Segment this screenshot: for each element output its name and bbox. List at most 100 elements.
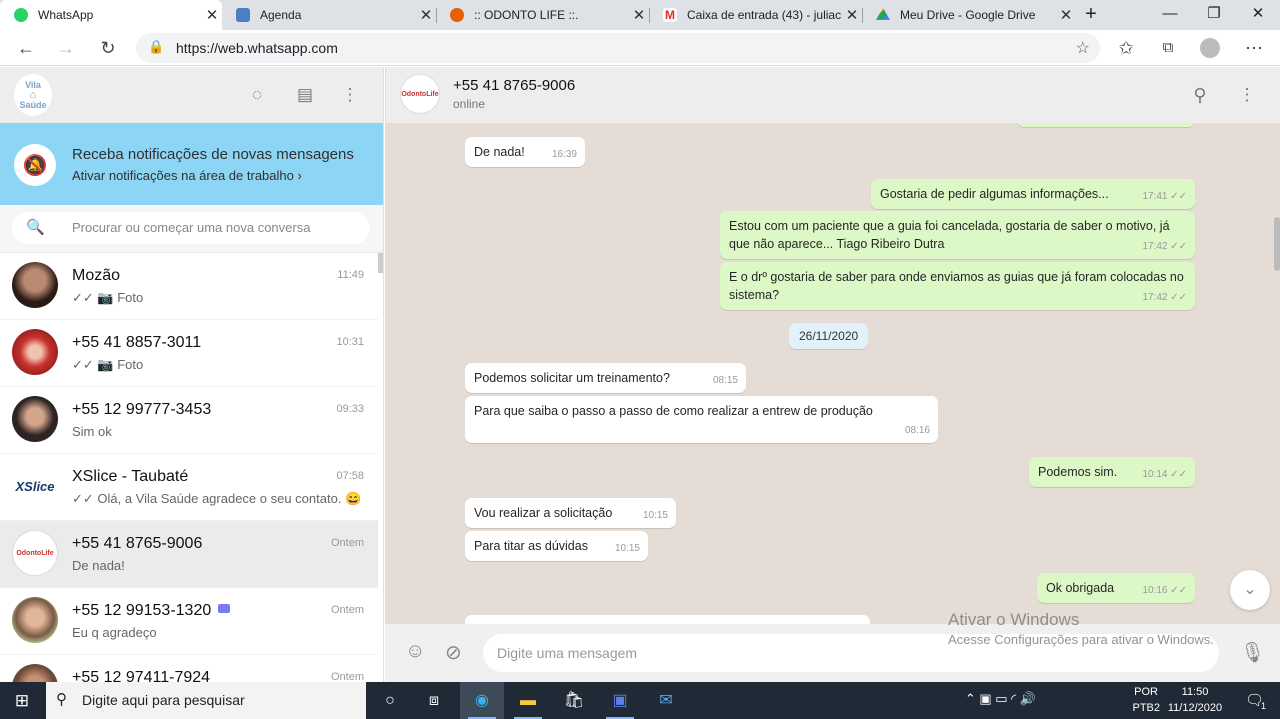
close-window-button[interactable]: ✕: [1236, 0, 1280, 30]
chat-preview: De nada!: [72, 558, 125, 573]
edge-browser-icon[interactable]: ◉: [460, 682, 504, 719]
search-bar: 🔍 Procurar ou começar uma nova conversa: [0, 205, 383, 253]
message-text: Estou com um paciente que a guia foi can…: [729, 219, 1170, 251]
scrollbar[interactable]: [378, 253, 383, 273]
search-placeholder: Procurar ou começar uma nova conversa: [72, 220, 311, 235]
message-time: 16:39: [551, 149, 577, 160]
profile-avatar[interactable]: [1196, 34, 1224, 62]
forward-icon[interactable]: →: [52, 34, 80, 62]
tab-odonto-life[interactable]: :: ODONTO LIFE ::. ✕: [436, 0, 649, 30]
clock-date[interactable]: 11/12/2020: [1162, 702, 1228, 714]
clock-time[interactable]: 11:50: [1170, 686, 1220, 698]
notification-banner[interactable]: 🔕 Receba notificações de novas mensagens…: [0, 123, 383, 205]
drive-favicon-icon: [876, 8, 890, 20]
chat-preview: ✓✓ Olá, a Vila Saúde agradece o seu cont…: [72, 491, 362, 506]
chat-item[interactable]: +55 12 99153-1320 Ontem Eu q agradeço: [0, 588, 378, 655]
tab-whatsapp[interactable]: WhatsApp ✕: [0, 0, 222, 30]
notification-count: 1: [1260, 701, 1266, 711]
chat-name: +55 41 8765-9006: [72, 535, 203, 552]
tray-icons[interactable]: ⌃ ▣ ▭ ◜ 🔊: [965, 691, 1036, 707]
microphone-icon[interactable]: 🎙: [1240, 640, 1265, 665]
chat-time: 10:31: [336, 336, 364, 348]
chat-preview: Sim ok: [72, 424, 112, 439]
chat-list: Mozão 11:49 ✓✓ 📷 Foto +55 41 8857-3011 1…: [0, 253, 383, 682]
chat-time: Ontem: [330, 604, 364, 616]
task-view-icon[interactable]: ⧈: [412, 682, 456, 719]
search-icon: ⚲: [56, 691, 67, 708]
status-icon[interactable]: ◌: [245, 83, 269, 107]
attach-icon[interactable]: ⊘: [445, 640, 462, 665]
tab-title: Caixa de entrada (43) - juliacris: [687, 8, 842, 22]
contact-avatar[interactable]: OdontoLife: [400, 74, 440, 114]
scrollbar[interactable]: [1274, 217, 1280, 271]
emoji-icon[interactable]: ☺: [405, 640, 425, 663]
taskbar-search-input[interactable]: ⚲ Digite aqui para pesquisar: [46, 682, 366, 719]
search-icon[interactable]: ⚲: [1188, 83, 1212, 107]
favorites-icon[interactable]: ✩: [1112, 34, 1140, 62]
message-bubble-in: Para titar as dúvidas 10:15: [465, 531, 648, 561]
tab-title: Meu Drive - Google Drive: [900, 8, 1036, 22]
collections-icon[interactable]: ⧉: [1154, 34, 1182, 62]
search-input[interactable]: 🔍 Procurar ou começar uma nova conversa: [12, 212, 370, 244]
label-tag-icon: [218, 604, 230, 613]
restore-button[interactable]: ❐: [1192, 0, 1236, 30]
reload-icon[interactable]: ↻: [94, 34, 122, 62]
file-explorer-icon[interactable]: ▬: [506, 682, 550, 719]
mail-icon[interactable]: ✉: [644, 682, 688, 719]
message-bubble-in: Podemos solicitar um treinamento? 08:15: [465, 363, 746, 393]
close-tab-icon[interactable]: ✕: [842, 6, 862, 24]
firefox-favicon-icon: [450, 8, 464, 22]
message-time: 10:15: [614, 543, 640, 554]
message-bubble-out: Ok obrigada 10:16 ✓✓: [1037, 573, 1195, 603]
more-options-icon[interactable]: ⋯: [1240, 34, 1268, 62]
close-tab-icon[interactable]: ✕: [202, 6, 222, 24]
whatsapp-favicon-icon: [14, 8, 28, 22]
new-tab-button[interactable]: +: [1076, 0, 1106, 30]
menu-icon[interactable]: ⋮: [338, 83, 362, 107]
message-time: 17:42 ✓✓: [1142, 292, 1187, 303]
tab-title: :: ODONTO LIFE ::.: [474, 8, 579, 22]
avatar: [12, 396, 58, 442]
favorite-star-icon[interactable]: ☆: [1076, 38, 1090, 58]
tab-agenda[interactable]: Agenda ✕: [222, 0, 436, 30]
conversation-header[interactable]: OdontoLife +55 41 8765-9006 online ⚲ ⋮: [385, 67, 1280, 123]
address-bar[interactable]: 🔒 https://web.whatsapp.com ☆: [136, 33, 1100, 63]
tab-gmail[interactable]: M Caixa de entrada (43) - juliacris ✕: [649, 0, 862, 30]
message-time: 17:41 ✓✓: [1142, 191, 1187, 202]
watermark-subtitle: Acesse Configurações para ativar o Windo…: [948, 632, 1214, 647]
chat-item[interactable]: +55 12 99777-3453 09:33 Sim ok: [0, 387, 378, 454]
message-time: 10:14 ✓✓: [1142, 469, 1187, 480]
message-time: 17:42 ✓✓: [1142, 241, 1187, 252]
chat-item[interactable]: +55 41 8857-3011 10:31 ✓✓ 📷 Foto: [0, 320, 378, 387]
message-list: De nada! 16:39 Gostaria de pedir algumas…: [385, 123, 1280, 624]
chat-item[interactable]: XSlice XSlice - Taubaté 07:58 ✓✓ Olá, a …: [0, 454, 378, 521]
minimize-button[interactable]: —: [1148, 0, 1192, 30]
close-tab-icon[interactable]: ✕: [1056, 6, 1076, 24]
windows-start-icon[interactable]: ⊞: [0, 682, 44, 719]
new-chat-icon[interactable]: ▤: [293, 83, 317, 107]
close-tab-icon[interactable]: ✕: [629, 6, 649, 24]
close-tab-icon[interactable]: ✕: [416, 6, 436, 24]
app-icon[interactable]: ▣: [598, 682, 642, 719]
scroll-down-button[interactable]: ⌄: [1230, 570, 1270, 610]
avatar: [12, 262, 58, 308]
language-indicator[interactable]: POR: [1134, 686, 1158, 698]
avatar: OdontoLife: [12, 530, 58, 576]
avatar: [12, 597, 58, 643]
menu-icon[interactable]: ⋮: [1235, 83, 1259, 107]
chat-name: +55 12 99153-1320: [72, 602, 212, 619]
store-icon[interactable]: 🛍: [552, 682, 596, 719]
chat-item[interactable]: +55 12 97411-7924 Ontem: [0, 655, 378, 682]
chat-preview: ✓✓ 📷 Foto: [72, 290, 144, 305]
chat-item-selected[interactable]: OdontoLife +55 41 8765-9006 Ontem De nad…: [0, 521, 378, 588]
avatar: XSlice: [12, 463, 58, 509]
enable-notifications-link[interactable]: Ativar notificações na área de trabalho …: [72, 168, 302, 183]
cortana-icon[interactable]: ○: [368, 682, 412, 719]
contact-status: online: [453, 97, 486, 111]
chat-item[interactable]: Mozão 11:49 ✓✓ 📷 Foto: [0, 253, 378, 320]
tab-google-drive[interactable]: Meu Drive - Google Drive ✕: [862, 0, 1076, 30]
profile-logo[interactable]: Vila ⌂ Saúde: [14, 74, 52, 116]
keyboard-layout[interactable]: PTB2: [1132, 702, 1160, 714]
message-time: 10:16 ✓✓: [1142, 585, 1187, 596]
back-icon[interactable]: ←: [12, 34, 40, 62]
